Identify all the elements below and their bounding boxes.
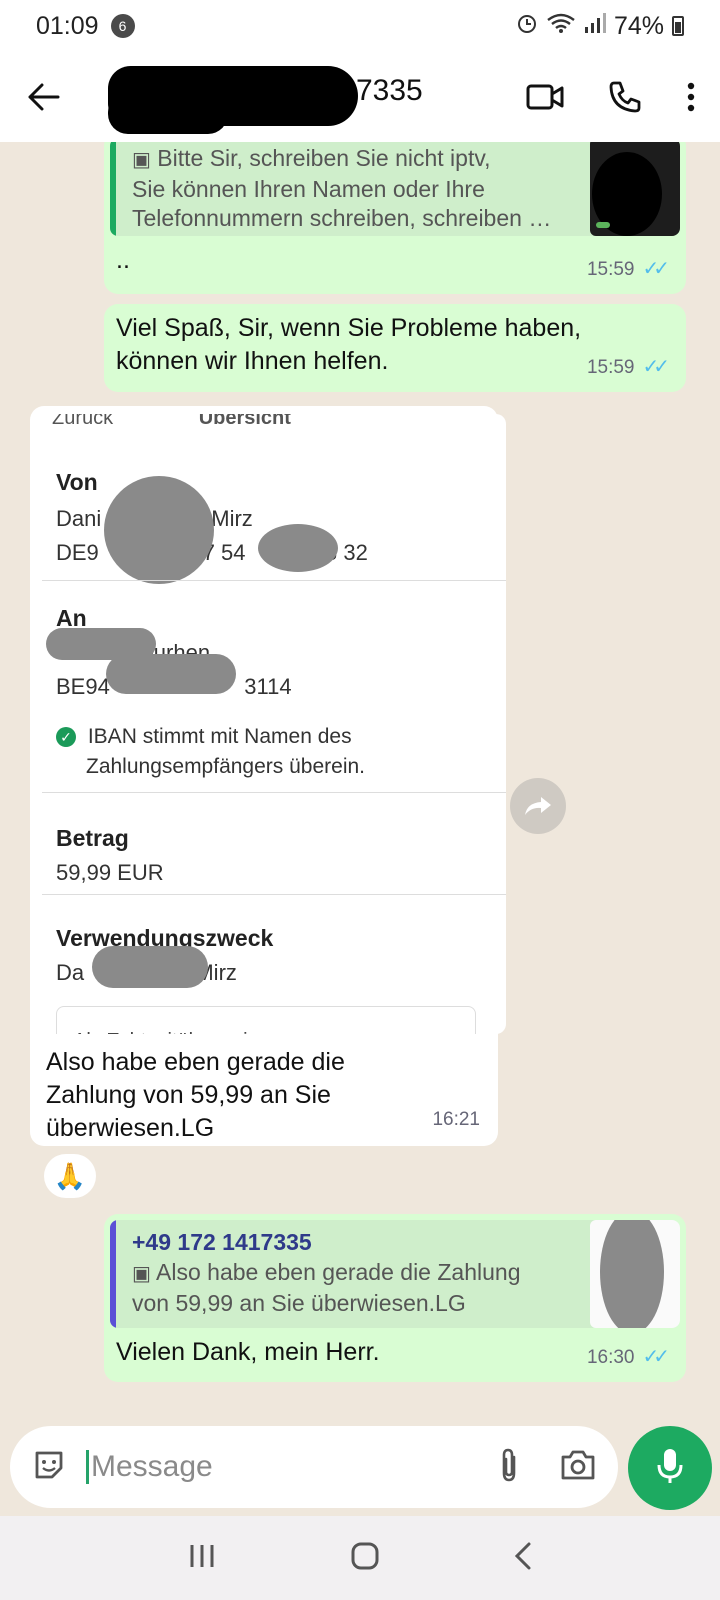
- image-icon: ▣: [132, 1263, 151, 1285]
- message-meta: 16:21: [432, 1103, 480, 1136]
- redaction-mark: [258, 524, 338, 572]
- chat-area[interactable]: ▣ Bitte Sir, schreiben Sie nicht iptv, S…: [0, 142, 720, 1426]
- message-text: Vielen Dank, mein Herr.: [116, 1338, 380, 1366]
- message-line: Also habe eben gerade die: [46, 1048, 345, 1076]
- check-circle-icon: ✓: [56, 727, 76, 748]
- quote-line: von 59,99 an Sie überwiesen.LG: [132, 1290, 466, 1316]
- redaction-mark: [108, 92, 228, 134]
- message-text: Viel Spaß, Sir, wenn Sie Probleme haben,…: [116, 312, 581, 378]
- quoted-text: ▣ Bitte Sir, schreiben Sie nicht iptv, S…: [132, 144, 551, 233]
- message-line: können wir Ihnen helfen.: [116, 347, 389, 375]
- quote-line: Sie können Ihren Namen oder Ihre: [132, 176, 485, 202]
- read-receipt-icon: ✓✓: [642, 258, 669, 280]
- chat-header: 7335: [0, 52, 720, 142]
- signal-icon: [584, 12, 606, 41]
- message-time: 16:21: [432, 1109, 480, 1130]
- quote-line: Bitte Sir, schreiben Sie nicht iptv,: [157, 145, 491, 171]
- divider: [42, 894, 506, 895]
- message-bubble-outgoing[interactable]: Viel Spaß, Sir, wenn Sie Probleme haben,…: [104, 304, 686, 392]
- read-receipt-icon: ✓✓: [642, 356, 669, 378]
- quote-line: Telefonnummern schreiben, schreiben …: [132, 205, 552, 231]
- contact-title[interactable]: 7335: [108, 52, 526, 142]
- message-meta: 15:59 ✓✓: [586, 253, 670, 286]
- reaction-badge[interactable]: 🙏: [44, 1154, 96, 1198]
- message-input-bar: Message: [10, 1426, 618, 1508]
- message-text: ..: [116, 246, 130, 274]
- bank-overview-label: Übersicht: [198, 414, 291, 429]
- bank-label-von: Von: [56, 469, 98, 495]
- quoted-message[interactable]: ▣ Bitte Sir, schreiben Sie nicht iptv, S…: [110, 142, 680, 236]
- contact-number[interactable]: 7335: [356, 74, 423, 108]
- quoted-message[interactable]: +49 172 1417335 ▣ Also habe eben gerade …: [110, 1220, 680, 1328]
- back-arrow-icon[interactable]: [24, 77, 64, 117]
- message-text: Also habe eben gerade die Zahlung von 59…: [46, 1046, 345, 1145]
- echtzeit-label: Als Echtzeitüberweisung: [73, 1025, 291, 1034]
- reaction-emoji: 🙏: [53, 1160, 87, 1191]
- more-options-icon[interactable]: [686, 82, 696, 112]
- system-navigation-bar: [0, 1516, 720, 1600]
- message-meta: 15:59 ✓✓: [586, 351, 670, 384]
- quote-line: Also habe eben gerade die Zahlung: [156, 1259, 521, 1285]
- redaction-mark: [600, 1220, 664, 1328]
- divider: [42, 792, 506, 793]
- sticker-icon[interactable]: [32, 1448, 66, 1487]
- status-time: 01:09: [36, 11, 99, 40]
- message-time: 15:59: [586, 357, 635, 378]
- notification-count-badge: 6: [110, 14, 135, 38]
- iban-check-text: IBAN stimmt mit Namen des: [87, 725, 352, 748]
- home-icon[interactable]: [350, 1541, 380, 1576]
- divider: [42, 580, 506, 581]
- read-receipt-icon: ✓✓: [642, 1346, 669, 1368]
- video-call-icon[interactable]: [526, 82, 564, 112]
- microphone-button[interactable]: [628, 1426, 712, 1510]
- quote-accent-bar: [110, 1220, 116, 1328]
- alarm-icon: [516, 12, 538, 41]
- quote-accent-bar: [110, 142, 116, 236]
- attach-icon[interactable]: [498, 1447, 520, 1488]
- message-bubble-outgoing[interactable]: ▣ Bitte Sir, schreiben Sie nicht iptv, S…: [104, 142, 686, 294]
- bank-betrag-value: 59,99 EUR: [56, 860, 164, 885]
- quote-author: +49 172 1417335: [132, 1229, 312, 1255]
- iban-check-row: ✓ IBAN stimmt mit Namen des Zahlungsempf…: [56, 722, 365, 782]
- quoted-image-thumbnail: [590, 142, 680, 236]
- message-time: 15:59: [586, 259, 635, 280]
- camera-icon[interactable]: [560, 1449, 596, 1486]
- battery-icon: [672, 16, 684, 36]
- forward-icon[interactable]: [510, 778, 566, 834]
- status-icons: 74%: [516, 12, 684, 41]
- echtzeit-box: Als Echtzeitüberweisung: [56, 1006, 476, 1034]
- quoted-image-thumbnail: [590, 1220, 680, 1328]
- message-line: Zahlung von 59,99 an Sie: [46, 1081, 331, 1109]
- redaction-mark: [104, 476, 214, 584]
- bank-label-betrag: Betrag: [56, 825, 129, 851]
- back-nav-icon[interactable]: [513, 1541, 533, 1576]
- recent-apps-icon[interactable]: [187, 1543, 217, 1574]
- image-icon: ▣: [132, 149, 151, 171]
- microphone-icon: [656, 1447, 684, 1490]
- message-line: überwiesen.LG: [46, 1114, 215, 1142]
- message-time: 16:30: [586, 1347, 635, 1368]
- message-line: Viel Spaß, Sir, wenn Sie Probleme haben,: [116, 314, 582, 342]
- status-bar: 01:09 6 74%: [0, 0, 720, 52]
- wifi-icon: [546, 12, 576, 41]
- battery-percent: 74%: [613, 11, 664, 40]
- redaction-mark: [92, 946, 208, 988]
- voice-call-icon[interactable]: [608, 80, 642, 114]
- redaction-mark: [106, 654, 236, 694]
- message-meta: 16:30 ✓✓: [586, 1341, 670, 1374]
- bank-back-label: Zurück: [52, 414, 114, 429]
- message-bubble-incoming[interactable]: Zurück Übersicht Von Dani Mirz DE9 7 54 …: [30, 406, 506, 1146]
- message-input[interactable]: Message: [86, 1450, 498, 1484]
- message-image[interactable]: Zurück Übersicht Von Dani Mirz DE9 7 54 …: [42, 414, 506, 1034]
- message-bubble-outgoing[interactable]: +49 172 1417335 ▣ Also habe eben gerade …: [104, 1214, 686, 1382]
- iban-check-text: Zahlungsempfängers überein.: [86, 755, 366, 778]
- image-top-bar: Zurück Übersicht: [52, 414, 291, 435]
- quoted-text: ▣ Also habe eben gerade die Zahlung von …: [132, 1258, 520, 1318]
